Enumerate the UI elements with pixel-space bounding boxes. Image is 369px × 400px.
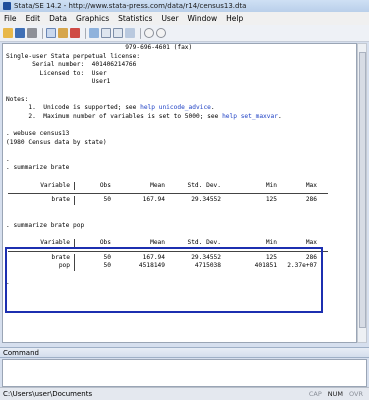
menu-data[interactable]: Data xyxy=(49,14,67,23)
command-window-header: Command xyxy=(0,347,369,358)
results-header-line: Notes: xyxy=(6,95,29,103)
toolbar xyxy=(0,25,369,42)
results-line xyxy=(3,147,356,156)
scrollbar-thumb[interactable] xyxy=(359,52,366,328)
results-header-line: User1 xyxy=(6,78,111,86)
results-line: (1980 Census data by state) xyxy=(6,138,107,146)
results-line xyxy=(3,173,356,182)
stata-app-icon xyxy=(3,2,11,10)
results-line xyxy=(3,230,356,239)
help-set-maxvar-link[interactable]: help set_maxvar xyxy=(222,113,278,120)
results-line: . webuse census13 xyxy=(6,129,70,137)
menu-edit[interactable]: Edit xyxy=(26,14,41,23)
menu-help[interactable]: Help xyxy=(226,14,243,23)
num-indicator: NUM xyxy=(327,390,344,398)
results-line: . summarize brate xyxy=(6,164,70,172)
table-cell: 125 xyxy=(265,196,277,204)
results-line xyxy=(3,213,356,222)
viewer-icon[interactable] xyxy=(58,28,68,38)
table-header-cell: Obs xyxy=(99,181,111,189)
table-row: brate 50 167.94 29.34552 125 286 xyxy=(6,196,356,205)
results-line xyxy=(3,205,356,214)
clear-more-icon[interactable] xyxy=(156,28,166,38)
note-line-2: 2. Maximum number of variables is set to… xyxy=(3,113,356,122)
menu-statistics[interactable]: Statistics xyxy=(118,14,152,23)
menu-user[interactable]: User xyxy=(161,14,178,23)
window-title: Stata/SE 14.2 - http://www.stata-press.c… xyxy=(14,2,247,10)
log-icon[interactable] xyxy=(46,28,56,38)
toolbar-separator xyxy=(85,27,86,39)
status-bar: C:\Users\user\Documents CAP NUM OVR xyxy=(0,387,369,400)
save-icon[interactable] xyxy=(15,28,25,38)
ovr-indicator: OVR xyxy=(349,390,363,398)
toolbar-separator xyxy=(42,27,43,39)
table-header-cell: Std. Dev. xyxy=(187,181,221,189)
table-header-cell: Max xyxy=(305,181,317,189)
table-cell: 50 xyxy=(103,196,111,204)
table-cell: brate xyxy=(51,196,70,204)
working-directory: C:\Users\user\Documents xyxy=(3,390,93,398)
table-header-cell: Mean xyxy=(150,181,165,189)
data-editor-icon[interactable] xyxy=(101,28,111,38)
results-line: . xyxy=(6,155,10,163)
command-input[interactable] xyxy=(2,359,367,387)
help-unicode-advice-link[interactable]: help unicode_advice xyxy=(140,104,211,111)
title-bar: Stata/SE 14.2 - http://www.stata-press.c… xyxy=(0,0,369,12)
note2-end: . xyxy=(277,112,282,120)
results-header-line xyxy=(3,87,356,96)
results-header-line: Licensed to: User xyxy=(6,69,107,77)
menu-bar: File Edit Data Graphics Statistics User … xyxy=(0,12,369,25)
note1-text: 1. Unicode is supported; see xyxy=(6,104,141,112)
open-icon[interactable] xyxy=(3,28,13,38)
print-icon[interactable] xyxy=(27,28,37,38)
data-browser-icon[interactable] xyxy=(113,28,123,38)
summary-table-brate: Variable Obs Mean Std. Dev. Min Max brat… xyxy=(3,181,356,205)
menu-graphics[interactable]: Graphics xyxy=(76,14,109,23)
toolbar-separator xyxy=(140,27,141,39)
results-header-line: Single-user Stata perpetual license: xyxy=(6,52,141,60)
results-scrollbar[interactable] xyxy=(357,43,367,343)
variables-manager-icon[interactable] xyxy=(125,28,135,38)
table-header-cell: Variable xyxy=(40,181,70,189)
note2-text: 2. Maximum number of variables is set to… xyxy=(6,112,223,120)
note-line-1: 1. Unicode is supported; see help unicod… xyxy=(3,104,356,113)
table-cell: 286 xyxy=(305,196,317,204)
table-header-row: Variable Obs Mean Std. Dev. Min Max xyxy=(6,181,356,191)
command-echo: . summarize brate pop xyxy=(6,221,85,229)
graph-icon[interactable] xyxy=(70,28,80,38)
menu-file[interactable]: File xyxy=(4,14,17,23)
results-header-line: Serial number: 401406214766 xyxy=(6,61,137,69)
table-header-cell: Min xyxy=(265,181,277,189)
table-cell: 29.34552 xyxy=(191,196,221,204)
table-cell: 167.94 xyxy=(142,196,165,204)
results-header-line: 979-696-4601 (fax) xyxy=(6,44,193,51)
table-divider xyxy=(8,193,328,195)
break-icon[interactable] xyxy=(144,28,154,38)
dofile-editor-icon[interactable] xyxy=(89,28,99,38)
results-line xyxy=(3,121,356,130)
menu-window[interactable]: Window xyxy=(188,14,218,23)
note1-end: . xyxy=(210,104,215,112)
cap-indicator: CAP xyxy=(308,390,322,398)
highlight-box xyxy=(5,247,323,313)
